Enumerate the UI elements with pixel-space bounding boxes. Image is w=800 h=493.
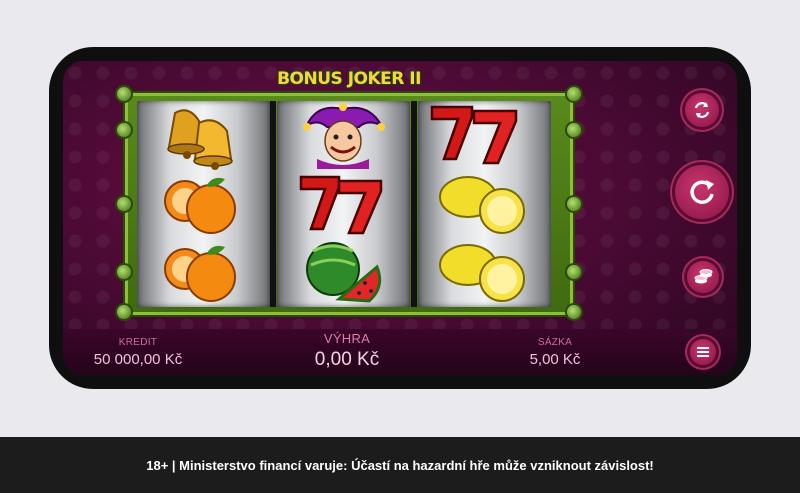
- frame-knob: [567, 87, 581, 101]
- frame-knob: [117, 197, 131, 211]
- lemon-symbol: [418, 237, 551, 305]
- reel-2: [277, 101, 410, 307]
- bet-stat: SÁZKA 5,00 Kč: [515, 337, 595, 368]
- credit-stat: KREDIT 50 000,00 Kč: [93, 337, 183, 368]
- menu-button[interactable]: [690, 339, 716, 365]
- logo-text: BONUS JOKER II: [277, 69, 421, 89]
- phone-frame: BONUS JOKER II KREDIT 50 000,00 Kč VÝHRA…: [49, 47, 751, 389]
- frame-knob: [567, 305, 581, 319]
- frame-knob: [117, 265, 131, 279]
- frame-knob: [567, 123, 581, 137]
- credit-label: KREDIT: [118, 337, 158, 348]
- win-stat: VÝHRA 0,00 Kč: [289, 331, 405, 371]
- menu-icon: [697, 347, 709, 357]
- coins-icon: [694, 269, 713, 284]
- credit-value: 50 000,00 Kč: [93, 351, 183, 368]
- orange-symbol: [137, 171, 270, 239]
- joker-symbol: [277, 101, 410, 169]
- watermelon-symbol: [277, 237, 410, 305]
- win-label: VÝHRA: [323, 331, 371, 346]
- game-screen: BONUS JOKER II KREDIT 50 000,00 Kč VÝHRA…: [63, 61, 737, 375]
- frame-knob: [567, 197, 581, 211]
- reel-3: [418, 101, 551, 307]
- frame-knob: [117, 87, 131, 101]
- gambling-warning-bar: 18+ | Ministerstvo financí varuje: Účast…: [0, 437, 800, 493]
- game-logo: BONUS JOKER II: [277, 63, 421, 95]
- spin-button[interactable]: [675, 165, 729, 219]
- win-value: 0,00 Kč: [314, 349, 380, 370]
- frame-knob: [567, 265, 581, 279]
- bet-label: SÁZKA: [537, 337, 573, 348]
- bet-value: 5,00 Kč: [529, 351, 581, 368]
- gambling-warning-text: 18+ | Ministerstvo financí varuje: Účast…: [146, 457, 654, 473]
- spin-icon: [690, 180, 714, 204]
- seven-symbol: [418, 101, 551, 169]
- seven-symbol: [277, 169, 410, 237]
- frame-knob: [117, 123, 131, 137]
- reels-frame: [117, 87, 581, 319]
- reel-divider: [411, 101, 417, 307]
- orange-symbol: [137, 239, 270, 307]
- bet-button[interactable]: [687, 261, 719, 293]
- autoplay-icon: [694, 102, 710, 118]
- reel-1: [137, 101, 270, 307]
- bell-symbol: [137, 103, 270, 171]
- reel-divider: [270, 101, 276, 307]
- lemon-symbol: [418, 169, 551, 237]
- autoplay-button[interactable]: [685, 93, 719, 127]
- frame-knob: [117, 305, 131, 319]
- stats-bar: KREDIT 50 000,00 Kč VÝHRA 0,00 Kč SÁZKA …: [63, 329, 737, 375]
